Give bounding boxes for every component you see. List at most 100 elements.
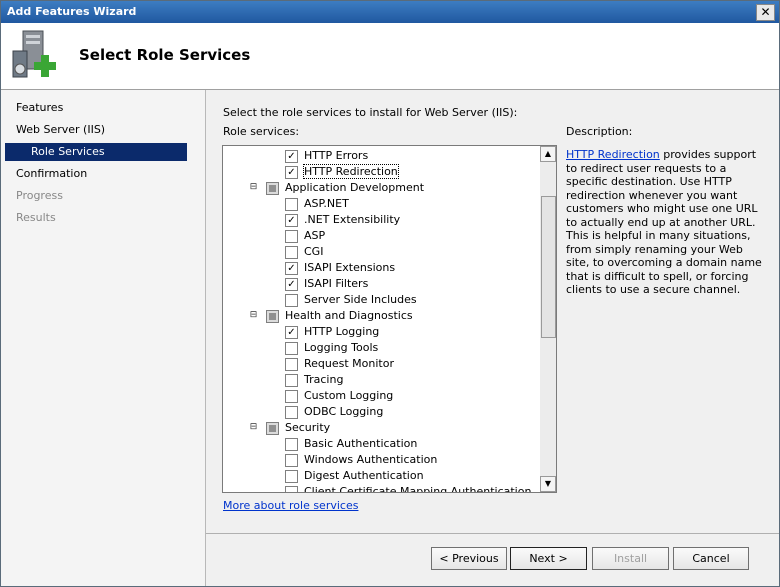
- cancel-button[interactable]: Cancel: [673, 547, 749, 570]
- collapse-icon[interactable]: ⊟: [249, 311, 258, 320]
- tree-item[interactable]: ASP: [223, 228, 539, 244]
- tree-item[interactable]: ✓ HTTP Errors: [223, 148, 539, 164]
- tree-item[interactable]: ODBC Logging: [223, 404, 539, 420]
- collapse-icon[interactable]: ⊟: [249, 183, 258, 192]
- tree-item[interactable]: Logging Tools: [223, 340, 539, 356]
- scroll-down-button[interactable]: ▼: [540, 476, 556, 492]
- checkbox[interactable]: [285, 374, 298, 387]
- tree-item-label: Server Side Includes: [304, 293, 417, 306]
- tree-item[interactable]: Basic Authentication: [223, 436, 539, 452]
- checkbox[interactable]: [285, 230, 298, 243]
- tree-item-label: Request Monitor: [304, 357, 394, 370]
- tree-item[interactable]: ✓ .NET Extensibility: [223, 212, 539, 228]
- tree-item-label: Basic Authentication: [304, 437, 418, 450]
- checkbox[interactable]: ✓: [285, 214, 298, 227]
- tree-item[interactable]: ✓ HTTP Logging: [223, 324, 539, 340]
- tree-item-label: CGI: [304, 245, 324, 258]
- window-title: Add Features Wizard: [7, 5, 137, 18]
- group-checkbox[interactable]: [266, 422, 279, 435]
- tree-item-label: Logging Tools: [304, 341, 379, 354]
- close-button[interactable]: ✕: [756, 4, 775, 21]
- group-checkbox[interactable]: [266, 182, 279, 195]
- nav-item-features[interactable]: Features: [16, 101, 63, 114]
- main-panel: Select the role services to install for …: [206, 90, 779, 586]
- footer-divider: [206, 533, 779, 534]
- description-text: HTTP Redirection provides support to red…: [566, 148, 762, 297]
- checkbox[interactable]: [285, 198, 298, 211]
- tree-item-label: Windows Authentication: [304, 453, 438, 466]
- nav-item-role-services[interactable]: Role Services: [5, 143, 187, 161]
- tree-item-label: Tracing: [304, 373, 344, 386]
- tree-item-label: HTTP Logging: [304, 325, 380, 338]
- role-services-tree[interactable]: ✓ HTTP Errors ✓ HTTP Redirection ⊟ Applicatio…: [222, 145, 557, 493]
- role-services-label: Role services:: [223, 125, 300, 138]
- tree-item-label: ISAPI Extensions: [304, 261, 396, 274]
- checkbox[interactable]: [285, 390, 298, 403]
- checkbox[interactable]: [285, 246, 298, 259]
- wizard-window: Add Features Wizard ✕ Select Role Servic…: [0, 0, 780, 587]
- tree-item[interactable]: ✓ HTTP Redirection: [223, 164, 539, 180]
- tree-item-label: ASP.NET: [304, 197, 349, 210]
- tree-item[interactable]: Tracing: [223, 372, 539, 388]
- checkbox[interactable]: ✓: [285, 150, 298, 163]
- checkbox[interactable]: [285, 454, 298, 467]
- description-link[interactable]: HTTP Redirection: [566, 148, 660, 161]
- checkbox[interactable]: [285, 486, 298, 492]
- next-button[interactable]: Next >: [510, 547, 587, 570]
- description-body: provides support to redirect user reques…: [566, 148, 762, 296]
- tree-item[interactable]: ✓ ISAPI Extensions: [223, 260, 539, 276]
- collapse-icon[interactable]: ⊟: [249, 423, 258, 432]
- tree-item-label: Digest Authentication: [304, 469, 424, 482]
- wizard-nav: Features Web Server (IIS) Role Services …: [1, 90, 206, 586]
- tree-item[interactable]: Request Monitor: [223, 356, 539, 372]
- description-label: Description:: [566, 125, 633, 138]
- tree-group[interactable]: ⊟ Security: [223, 420, 539, 436]
- checkbox[interactable]: ✓: [285, 262, 298, 275]
- checkbox[interactable]: [285, 406, 298, 419]
- tree-scrollbar[interactable]: ▲ ▼: [540, 146, 556, 492]
- tree-item[interactable]: ✓ ISAPI Filters: [223, 276, 539, 292]
- tree-item[interactable]: Windows Authentication: [223, 452, 539, 468]
- tree-item-label: Client Certificate Mapping Authenticatio…: [304, 485, 532, 493]
- checkbox[interactable]: [285, 294, 298, 307]
- tree-group[interactable]: ⊟ Application Development: [223, 180, 539, 196]
- tree-item[interactable]: Digest Authentication: [223, 468, 539, 484]
- more-about-link[interactable]: More about role services: [223, 499, 358, 512]
- checkbox[interactable]: ✓: [285, 166, 298, 179]
- tree-item[interactable]: ASP.NET: [223, 196, 539, 212]
- checkbox[interactable]: ✓: [285, 278, 298, 291]
- server-add-icon: [12, 30, 56, 78]
- nav-item-progress: Progress: [16, 189, 63, 202]
- instruction-text: Select the role services to install for …: [223, 106, 518, 119]
- tree-item[interactable]: Client Certificate Mapping Authenticatio…: [223, 484, 539, 493]
- tree-item[interactable]: Server Side Includes: [223, 292, 539, 308]
- tree-group[interactable]: ⊟ Health and Diagnostics: [223, 308, 539, 324]
- tree-item-label: Health and Diagnostics: [285, 309, 413, 322]
- install-button: Install: [592, 547, 669, 570]
- wizard-header: Select Role Services: [1, 23, 779, 90]
- checkbox[interactable]: [285, 358, 298, 371]
- tree-item-label: Custom Logging: [304, 389, 394, 402]
- group-checkbox[interactable]: [266, 310, 279, 323]
- tree-item-label: Security: [285, 421, 331, 434]
- nav-item-confirmation[interactable]: Confirmation: [16, 167, 87, 180]
- nav-item-web-server[interactable]: Web Server (IIS): [16, 123, 105, 136]
- checkbox[interactable]: ✓: [285, 326, 298, 339]
- tree-item-label: HTTP Errors: [304, 149, 369, 162]
- tree-item-label: ASP: [304, 229, 326, 242]
- scroll-thumb[interactable]: [541, 196, 556, 338]
- previous-button[interactable]: < Previous: [431, 547, 507, 570]
- tree-item[interactable]: Custom Logging: [223, 388, 539, 404]
- tree-item[interactable]: CGI: [223, 244, 539, 260]
- nav-item-role-services-label: Role Services: [31, 145, 105, 158]
- page-title: Select Role Services: [79, 46, 251, 64]
- checkbox[interactable]: [285, 342, 298, 355]
- title-bar: Add Features Wizard ✕: [1, 1, 779, 23]
- tree-item-label: .NET Extensibility: [304, 213, 401, 226]
- tree-item-label: ISAPI Filters: [304, 277, 369, 290]
- tree-item-label: ODBC Logging: [304, 405, 384, 418]
- tree-item-label: HTTP Redirection: [303, 164, 399, 179]
- checkbox[interactable]: [285, 438, 298, 451]
- scroll-up-button[interactable]: ▲: [540, 146, 556, 162]
- checkbox[interactable]: [285, 470, 298, 483]
